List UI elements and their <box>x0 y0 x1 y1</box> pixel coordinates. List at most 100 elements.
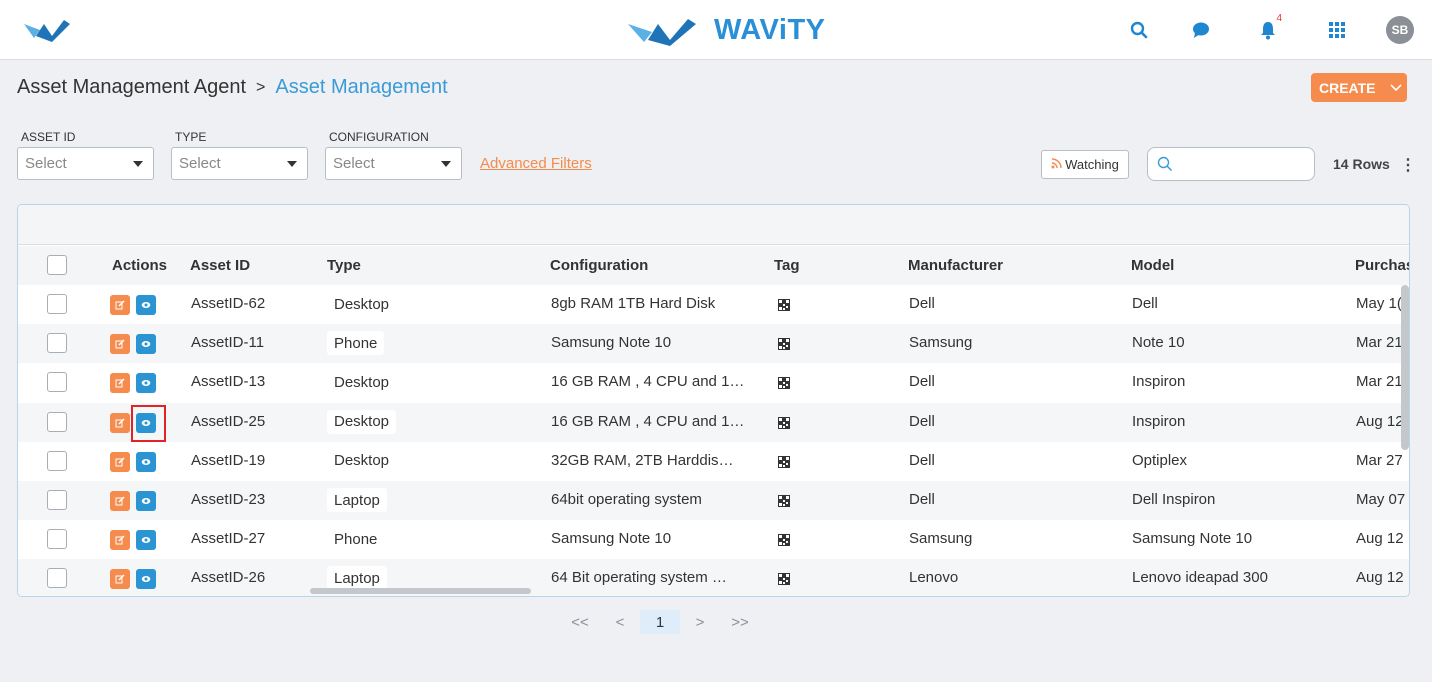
notification-bell-icon[interactable]: 4 <box>1256 13 1282 42</box>
table-row[interactable]: AssetID-19 Desktop 32GB RAM, 2TB Harddis… D… <box>18 442 1409 481</box>
type-cell: Phone <box>327 527 385 552</box>
view-icon[interactable] <box>136 569 156 590</box>
row-checkbox[interactable] <box>47 372 67 393</box>
column-header-actions[interactable]: Actions <box>112 257 167 274</box>
breadcrumb: Asset Management Agent > Asset Managemen… <box>17 76 448 99</box>
view-icon[interactable] <box>136 373 156 394</box>
edit-icon[interactable] <box>110 295 130 315</box>
qr-code-icon[interactable] <box>778 298 790 311</box>
manufacturer-cell: Dell <box>909 373 935 391</box>
view-icon[interactable] <box>136 334 156 355</box>
asset-id-cell[interactable]: AssetID-27 <box>191 530 265 547</box>
type-filter: TYPE Select <box>171 130 308 180</box>
row-checkbox[interactable] <box>47 411 67 432</box>
configuration-cell: Samsung Note 10 <box>551 334 672 352</box>
user-avatar[interactable]: SB <box>1386 16 1414 44</box>
edit-icon[interactable] <box>110 569 130 590</box>
column-header-type[interactable]: Type <box>327 257 361 274</box>
table-row[interactable]: AssetID-11 Phone Samsung Note 10 Samsung Not… <box>18 324 1409 364</box>
advanced-filters-link[interactable]: Advanced Filters <box>480 155 592 172</box>
asset-id-cell[interactable]: AssetID-26 <box>191 569 265 586</box>
purchase-date-cell: Aug 12 <box>1356 569 1404 587</box>
page-1-button[interactable]: 1 <box>640 610 680 634</box>
search-icon[interactable] <box>1127 18 1151 42</box>
edit-icon[interactable] <box>110 373 130 394</box>
app-logo-icon[interactable] <box>22 18 74 46</box>
model-cell: Inspiron <box>1132 373 1186 391</box>
asset-id-cell[interactable]: AssetID-13 <box>191 373 265 390</box>
row-checkbox[interactable] <box>47 490 67 510</box>
select-placeholder: Select <box>25 155 67 172</box>
qr-code-icon[interactable] <box>778 416 790 429</box>
type-select[interactable]: Select <box>171 147 308 180</box>
view-icon[interactable] <box>136 491 156 511</box>
select-all-checkbox[interactable] <box>47 255 67 275</box>
asset-id-cell[interactable]: AssetID-25 <box>191 413 265 430</box>
edit-icon[interactable] <box>110 491 130 511</box>
vertical-scrollbar[interactable] <box>1401 285 1409 450</box>
edit-icon[interactable] <box>110 451 130 472</box>
asset-id-cell[interactable]: AssetID-19 <box>191 452 265 469</box>
purchase-date-cell: Aug 12 <box>1356 412 1404 430</box>
watching-button[interactable]: Watching <box>1041 150 1129 179</box>
edit-icon[interactable] <box>110 412 130 433</box>
next-page-button[interactable]: > <box>680 614 720 631</box>
table-row[interactable]: AssetID-26 Laptop 64 Bit operating system … <box>18 559 1409 596</box>
last-page-button[interactable]: >> <box>720 614 760 631</box>
create-button[interactable]: CREATE <box>1311 73 1407 102</box>
column-header-tag[interactable]: Tag <box>774 257 800 274</box>
chat-icon[interactable] <box>1189 18 1213 42</box>
view-icon[interactable] <box>136 295 156 315</box>
breadcrumb-root[interactable]: Asset Management Agent <box>17 76 246 99</box>
select-placeholder: Select <box>179 155 221 172</box>
column-header-manufacturer[interactable]: Manufacturer <box>908 257 1003 274</box>
qr-code-icon[interactable] <box>778 533 790 547</box>
edit-icon[interactable] <box>110 334 130 355</box>
table-row[interactable]: AssetID-62 Desktop 8gb RAM 1TB Hard Disk De… <box>18 285 1409 324</box>
column-header-configuration[interactable]: Configuration <box>550 257 648 274</box>
qr-code-icon[interactable] <box>778 494 790 507</box>
purchase-date-cell: May 1( <box>1356 295 1402 312</box>
model-cell: Inspiron <box>1132 412 1186 430</box>
qr-code-icon[interactable] <box>778 376 790 390</box>
asset-id-select[interactable]: Select <box>17 147 154 180</box>
row-checkbox[interactable] <box>47 294 67 314</box>
view-icon[interactable] <box>136 530 156 551</box>
table-header: Actions Asset ID Type Configuration Tag … <box>18 246 1409 285</box>
chevron-down-icon[interactable] <box>1389 81 1402 95</box>
table-row[interactable]: AssetID-13 Desktop 16 GB RAM , 4 CPU and 1… <box>18 363 1409 402</box>
filter-label: ASSET ID <box>21 130 76 144</box>
view-icon[interactable] <box>136 451 156 472</box>
type-cell: Laptop <box>327 488 387 512</box>
column-header-asset-id[interactable]: Asset ID <box>190 257 250 274</box>
asset-id-cell[interactable]: AssetID-11 <box>191 334 264 351</box>
row-checkbox[interactable] <box>47 333 67 354</box>
configuration-select[interactable]: Select <box>325 147 462 180</box>
apps-grid-icon[interactable] <box>1325 18 1349 42</box>
asset-id-cell[interactable]: AssetID-23 <box>191 491 265 508</box>
row-checkbox[interactable] <box>47 568 67 589</box>
search-input[interactable] <box>1147 147 1315 181</box>
row-checkbox[interactable] <box>47 529 67 550</box>
model-cell: Optiplex <box>1132 451 1188 469</box>
caret-down-icon <box>133 160 143 167</box>
more-options-icon[interactable]: ⋮ <box>1400 155 1416 175</box>
type-cell: Laptop <box>327 566 387 591</box>
row-checkbox[interactable] <box>47 450 67 471</box>
type-cell: Phone <box>327 331 385 356</box>
qr-code-icon[interactable] <box>778 572 790 586</box>
qr-code-icon[interactable] <box>778 455 790 468</box>
table-row[interactable]: AssetID-23 Laptop 64bit operating system De… <box>18 481 1409 520</box>
edit-icon[interactable] <box>110 530 130 551</box>
table-row[interactable]: AssetID-27 Phone Samsung Note 10 Samsung Sam… <box>18 520 1409 559</box>
model-cell: Samsung Note 10 <box>1132 530 1253 548</box>
horizontal-scrollbar[interactable] <box>310 588 531 594</box>
qr-code-icon[interactable] <box>778 337 790 351</box>
column-header-purchase[interactable]: Purchas <box>1355 257 1409 274</box>
asset-id-cell[interactable]: AssetID-62 <box>191 295 265 312</box>
prev-page-button[interactable]: < <box>600 614 640 631</box>
first-page-button[interactable]: << <box>560 614 600 631</box>
column-header-model[interactable]: Model <box>1131 257 1174 274</box>
table-row[interactable]: AssetID-25 Desktop 16 GB RAM , 4 CPU and 1… <box>18 402 1409 442</box>
breadcrumb-current[interactable]: Asset Management <box>275 76 447 99</box>
